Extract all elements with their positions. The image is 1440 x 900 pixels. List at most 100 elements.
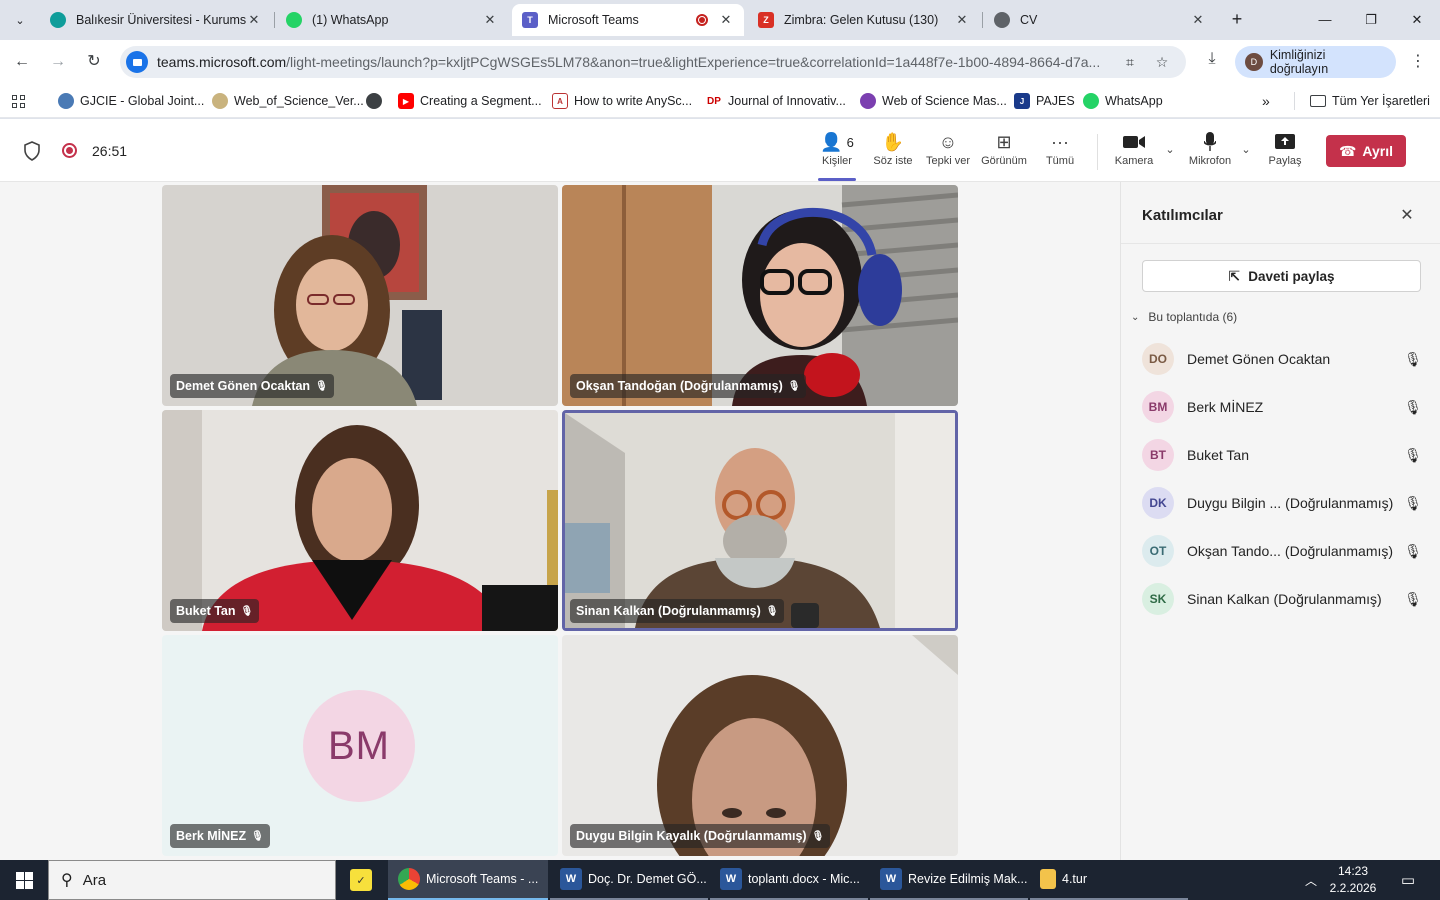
close-window-button[interactable]: ✕ <box>1394 6 1440 34</box>
microphone-icon[interactable]: 🎙 <box>1404 591 1422 608</box>
profile-button[interactable]: D Kimliğinizi doğrulayın <box>1235 46 1396 78</box>
tab-search-button[interactable]: ⌄ <box>8 8 32 32</box>
pane-divider <box>1121 243 1440 244</box>
in-meeting-section-header[interactable]: ⌄ Bu toplantıda (6) <box>1131 310 1237 324</box>
tab-microsoft-teams[interactable]: T Microsoft Teams ✕ <box>512 4 744 36</box>
screen: ⌄ Balıkesir Üniversitesi - Kurumsal ✕ (1… <box>0 0 1440 900</box>
camera-button[interactable]: Kamera <box>1112 129 1156 175</box>
microphone-options-button[interactable]: ⌄ <box>1239 143 1253 157</box>
close-pane-button[interactable]: ✕ <box>1397 206 1417 226</box>
new-tab-button[interactable]: + <box>1225 8 1249 32</box>
downloads-button[interactable]: ⤓ <box>1200 50 1224 74</box>
close-tab-icon[interactable]: ✕ <box>954 12 970 28</box>
back-button[interactable]: ← <box>10 50 34 74</box>
bookmark-whatsapp[interactable]: WhatsApp <box>1083 92 1163 110</box>
tab-cv[interactable]: CV ✕ <box>984 4 1216 36</box>
participant-row[interactable]: OT Okşan Tando... (Doğrulanmamış) 🎙 <box>1142 527 1422 575</box>
share-button[interactable]: Paylaş <box>1266 129 1304 175</box>
address-bar[interactable]: teams.microsoft.com/light-meetings/launc… <box>120 46 1186 78</box>
start-button[interactable] <box>0 860 48 900</box>
react-button[interactable]: ☺ Tepki ver <box>925 129 971 175</box>
windows-logo-icon <box>15 871 33 889</box>
search-icon: ⚲ <box>61 872 73 889</box>
taskbar-sticky-notes[interactable]: ✓ <box>342 860 384 900</box>
forward-button[interactable]: → <box>46 50 70 74</box>
tab-title: Zimbra: Gelen Kutusu (130) <box>784 13 939 27</box>
leave-button[interactable]: ☎ Ayrıl <box>1326 135 1406 167</box>
reload-button[interactable]: ↻ <box>82 50 106 74</box>
video-tile-buket[interactable]: Buket Tan 🎙 <box>162 410 558 631</box>
share-icon: ⇱ <box>1228 267 1241 284</box>
video-tile-sinan[interactable]: Sinan Kalkan (Doğrulanmamış) 🎙 <box>562 410 958 631</box>
bookmark-wos-ver[interactable]: Web_of_Science_Ver... <box>212 92 364 110</box>
raise-hand-button[interactable]: ✋ Söz iste <box>872 129 914 175</box>
word-icon: W <box>560 868 582 890</box>
all-bookmarks-button[interactable]: Tüm Yer İşaretleri <box>1310 92 1430 110</box>
url-text[interactable]: teams.microsoft.com/light-meetings/launc… <box>157 54 1107 70</box>
tray-overflow-button[interactable]: ︿ <box>1300 860 1322 900</box>
camera-options-button[interactable]: ⌄ <box>1163 143 1177 157</box>
chevron-up-icon: ︿ <box>1304 873 1317 888</box>
bookmark-creating-segment[interactable]: ▶ Creating a Segment... <box>398 92 542 110</box>
hang-up-icon: ☎ <box>1338 142 1357 159</box>
taskbar-app-folder[interactable]: 4.tur <box>1030 860 1188 900</box>
taskbar-search[interactable]: ⚲ Ara <box>48 860 336 900</box>
participant-name: Sinan Kalkan (Doğrulanmamış) <box>1187 591 1382 607</box>
taskbar-app-word-3[interactable]: W Revize Edilmiş Mak... <box>870 860 1028 900</box>
video-tile-oksan[interactable]: Okşan Tandoğan (Doğrulanmamış) 🎙 <box>562 185 958 406</box>
share-invite-button[interactable]: ⇱ Daveti paylaş <box>1142 260 1421 292</box>
bookmark-gjcie[interactable]: GJCIE - Global Joint... <box>58 92 204 110</box>
bookmark-label: PAJES <box>1036 94 1075 108</box>
microphone-button[interactable]: Mikrofon <box>1186 129 1234 175</box>
taskbar-app-word-2[interactable]: W toplantı.docx - Mic... <box>710 860 868 900</box>
participants-pane: Katılımcılar ✕ ⇱ Daveti paylaş ⌄ Bu topl… <box>1120 182 1440 860</box>
participant-row[interactable]: DK Duygu Bilgin ... (Doğrulanmamış) 🎙 <box>1142 479 1422 527</box>
bookmark-globe[interactable] <box>366 92 388 110</box>
bookmark-anyscience[interactable]: A How to write AnySc... <box>552 92 692 110</box>
video-tile-berk[interactable]: BM Berk MİNEZ 🎙 <box>162 635 558 856</box>
word-icon: W <box>720 868 742 890</box>
bookmark-wos-master[interactable]: Web of Science Mas... <box>860 92 1007 110</box>
tab-balikesir[interactable]: Balıkesir Üniversitesi - Kurumsal ✕ <box>40 4 272 36</box>
microphone-icon[interactable]: 🎙 <box>1404 351 1422 368</box>
taskbar-app-label: toplantı.docx - Mic... <box>748 872 860 886</box>
more-bookmarks-button[interactable]: » <box>1262 92 1270 110</box>
system-clock[interactable]: 14:23 2.2.2026 <box>1322 863 1384 897</box>
bookmark-pajes[interactable]: J PAJES <box>1014 92 1075 110</box>
restore-icon: ❐ <box>1365 12 1377 27</box>
bookmark-journal-innovative[interactable]: DP Journal of Innovativ... <box>706 92 846 110</box>
taskbar-app-label: Doç. Dr. Demet GÖ... <box>588 872 707 886</box>
participant-row[interactable]: SK Sinan Kalkan (Doğrulanmamış) 🎙 <box>1142 575 1422 623</box>
participant-name: Demet Gönen Ocaktan <box>1187 351 1331 367</box>
participant-row[interactable]: DO Demet Gönen Ocaktan 🎙 <box>1142 335 1422 383</box>
video-tile-duygu[interactable]: Duygu Bilgin Kayalık (Doğrulanmamış) 🎙 <box>562 635 958 856</box>
apps-button[interactable] <box>12 92 25 110</box>
microphone-icon: 🎙 <box>811 830 825 842</box>
more-button[interactable]: ··· Tümü <box>1043 129 1077 175</box>
close-tab-icon[interactable]: ✕ <box>1190 12 1206 28</box>
people-button[interactable]: 👤 6 Kişiler <box>818 129 856 181</box>
translate-button[interactable]: ⌗ <box>1120 52 1140 72</box>
minimize-button[interactable]: — <box>1302 6 1348 34</box>
close-tab-icon[interactable]: ✕ <box>718 12 734 28</box>
browser-menu-button[interactable]: ⋮ <box>1406 50 1430 74</box>
close-tab-icon[interactable]: ✕ <box>482 12 498 28</box>
bookmark-star-button[interactable]: ☆ <box>1152 52 1172 72</box>
microphone-icon[interactable]: 🎙 <box>1404 447 1422 464</box>
participant-row[interactable]: BM Berk MİNEZ 🎙 <box>1142 383 1422 431</box>
taskbar-app-teams[interactable]: Microsoft Teams - ... <box>388 860 548 900</box>
close-tab-icon[interactable]: ✕ <box>246 12 262 28</box>
restore-button[interactable]: ❐ <box>1348 6 1394 34</box>
microphone-icon[interactable]: 🎙 <box>1404 399 1422 416</box>
view-button[interactable]: ⊞ Görünüm <box>980 129 1028 175</box>
video-tile-demet[interactable]: Demet Gönen Ocaktan 🎙 <box>162 185 558 406</box>
bookmark-label: Creating a Segment... <box>420 94 542 108</box>
notifications-button[interactable]: ▭ <box>1394 860 1422 900</box>
tab-whatsapp[interactable]: (1) WhatsApp ✕ <box>276 4 508 36</box>
taskbar-app-word-1[interactable]: W Doç. Dr. Demet GÖ... <box>550 860 708 900</box>
microphone-icon[interactable]: 🎙 <box>1404 543 1422 560</box>
whatsapp-favicon-icon <box>286 12 302 28</box>
participant-row[interactable]: BT Buket Tan 🎙 <box>1142 431 1422 479</box>
microphone-icon[interactable]: 🎙 <box>1404 495 1422 512</box>
tab-zimbra[interactable]: Z Zimbra: Gelen Kutusu (130) ✕ <box>748 4 980 36</box>
